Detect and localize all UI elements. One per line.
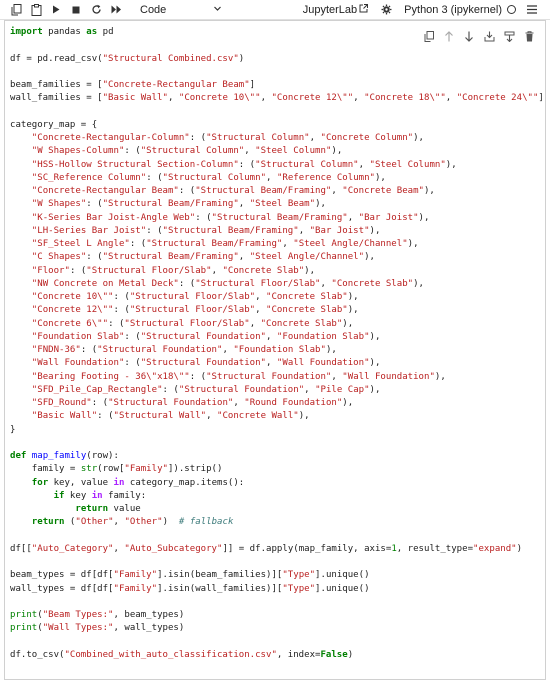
category-map-entry: "C Shapes": ("Structural Beam/Framing", …: [31, 252, 375, 263]
code-line-beam-families: beam_families = ["Concrete-Rectangular B…: [10, 80, 256, 90]
code-line-apply: df[["Auto_Category", "Auto_Subcategory"]…: [10, 543, 523, 554]
code-line-return-value: return value: [75, 504, 141, 514]
hamburger-menu-icon[interactable]: [522, 0, 542, 20]
category-map-entry: "Foundation Slab": ("Structural Foundati…: [31, 331, 381, 342]
category-map-entry: "Wall Foundation": ("Structural Foundati…: [31, 358, 381, 369]
external-link-icon: [359, 3, 369, 16]
code-line-print-wall: print("Wall Types:", wall_types): [10, 623, 185, 634]
code-line-to-csv: df.to_csv("Combined_with_auto_classifica…: [10, 649, 354, 660]
category-map-entry: "SFD_Round": ("Structural Foundation", "…: [31, 398, 354, 408]
chevron-down-icon: [213, 4, 222, 16]
category-map-entry: "Concrete 10\"": ("Structural Floor/Slab…: [31, 292, 359, 302]
category-map-entry: "W Shapes": ("Structural Beam/Framing", …: [31, 199, 326, 210]
code-line-close-brace: }: [10, 424, 16, 435]
category-map-entry: "K-Series Bar Joist-Angle Web": ("Struct…: [31, 212, 430, 223]
code-cell[interactable]: import pandas as pd df = pd.read_csv("St…: [4, 20, 546, 680]
code-line-for: for key, value in category_map.items():: [31, 477, 245, 488]
open-in-jupyterlab-link[interactable]: JupyterLab: [302, 3, 369, 16]
category-map-entry: "Concrete-Rectangular-Column": ("Structu…: [31, 133, 425, 143]
category-map-entry: "SFD_Pile_Cap_Rectangle": ("Structural F…: [31, 384, 381, 395]
category-map-entry: "LH-Series Bar Joist": ("Structural Beam…: [31, 225, 381, 236]
run-icon[interactable]: [46, 0, 66, 20]
paste-icon[interactable]: [26, 0, 46, 20]
code-line-return-other: return ("Other", "Other") # fallback: [31, 517, 234, 528]
kernel-name[interactable]: Python 3 (ipykernel): [404, 4, 502, 16]
code-line-family: family = str(row["Family"]).strip(): [10, 464, 223, 475]
category-map-entry: "SF_Steel L Angle": ("Structural Beam/Fr…: [31, 239, 419, 249]
category-map-entry: "Concrete-Rectangular Beam": ("Structura…: [31, 186, 435, 196]
code-line-if: if key in family:: [53, 490, 147, 501]
fast-forward-icon[interactable]: [106, 0, 126, 20]
category-map-entry: "Floor": ("Structural Floor/Slab", "Conc…: [31, 265, 316, 276]
notebook-toolbar: Code JupyterLab Python 3 (ipykernel): [0, 0, 550, 20]
cell-type-value: Code: [140, 3, 167, 16]
category-map-entry: "W Shapes-Column": ("Structural Column",…: [31, 146, 343, 157]
code-line-read-csv: df = pd.read_csv("Structural Combined.cs…: [10, 53, 245, 64]
stop-icon[interactable]: [66, 0, 86, 20]
code-line-print-beam: print("Beam Types:", beam_types): [10, 610, 185, 620]
category-map-entry: "Basic Wall": ("Structural Wall", "Concr…: [31, 411, 310, 422]
code-editor[interactable]: import pandas as pd df = pd.read_csv("St…: [10, 26, 544, 662]
code-line-1: import pandas as pd: [10, 27, 114, 37]
code-line-wall-types: wall_types = df[df["Family"].isin(wall_f…: [10, 583, 370, 594]
code-line-category-map: category_map = {: [10, 119, 98, 130]
category-map-entries: "Concrete-Rectangular-Column": ("Structu…: [10, 133, 457, 421]
category-map-entry: "Bearing Footing - 36\"x18\"": ("Structu…: [31, 371, 446, 382]
category-map-entry: "FNDN-36": ("Structural Foundation", "Fo…: [31, 345, 337, 355]
kernel-idle-circle-icon: [507, 5, 516, 14]
category-map-entry: "Concrete 6\"": ("Structural Floor/Slab"…: [31, 318, 354, 329]
gear-icon[interactable]: [376, 0, 396, 20]
code-line-def: def map_family(row):: [10, 451, 119, 461]
cell-type-select[interactable]: Code: [130, 2, 222, 18]
category-map-entry: "Concrete 12\"": ("Structural Floor/Slab…: [31, 305, 359, 316]
category-map-entry: "NW Concrete on Metal Deck": ("Structura…: [31, 278, 424, 289]
restart-icon[interactable]: [86, 0, 106, 20]
code-line-wall-families: wall_families = ["Basic Wall", "Concrete…: [10, 93, 544, 104]
jupyterlab-label: JupyterLab: [302, 3, 358, 16]
code-line-beam-types: beam_types = df[df["Family"].isin(beam_f…: [10, 570, 370, 581]
category-map-entry: "HSS-Hollow Structural Section-Column": …: [31, 159, 457, 170]
copy-icon[interactable]: [6, 0, 26, 20]
category-map-entry: "SC_Reference Column": ("Structural Colu…: [31, 172, 386, 183]
